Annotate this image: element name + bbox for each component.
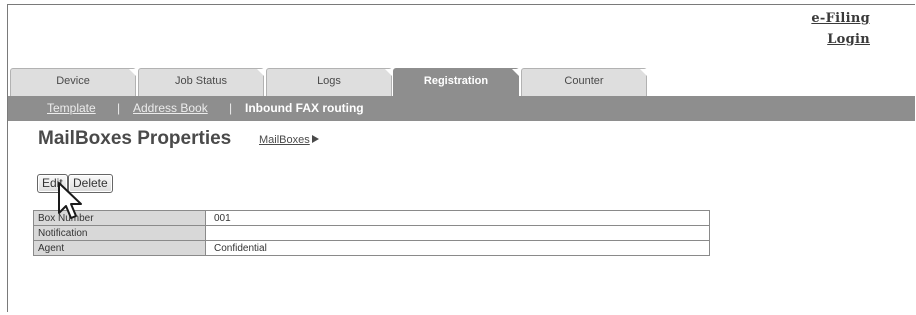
page-title: MailBoxes Properties xyxy=(38,128,232,149)
tab-job-status[interactable]: Job Status xyxy=(138,68,264,96)
agent-value: Confidential xyxy=(205,240,710,256)
header-links: e-Filing Login xyxy=(811,8,870,50)
notification-label: Notification xyxy=(33,225,206,241)
tab-registration[interactable]: Registration xyxy=(393,68,519,96)
tab-logs[interactable]: Logs xyxy=(266,68,392,96)
subnav-template[interactable]: Template xyxy=(47,101,96,115)
subnav-separator: | xyxy=(117,101,121,115)
subnav-address-book[interactable]: Address Book xyxy=(133,101,208,115)
efiling-link[interactable]: e-Filing xyxy=(811,8,870,29)
pointer-arrow-icon xyxy=(58,182,82,219)
agent-label: Agent xyxy=(33,240,206,256)
login-link[interactable]: Login xyxy=(811,29,870,50)
table-row: Notification xyxy=(33,225,710,241)
subnav-inbound-fax-routing: Inbound FAX routing xyxy=(245,101,364,115)
sub-navigation: Template | Address Book | Inbound FAX ro… xyxy=(8,96,915,121)
properties-table: Box Number 001 Notification Agent Confid… xyxy=(33,210,710,256)
breadcrumb-arrow-icon xyxy=(312,135,319,143)
table-row: Agent Confidential xyxy=(33,240,710,256)
box-number-value: 001 xyxy=(205,210,710,226)
breadcrumb-mailboxes-link[interactable]: MailBoxes xyxy=(259,134,310,146)
table-row: Box Number 001 xyxy=(33,210,710,226)
subnav-separator: | xyxy=(229,101,233,115)
browser-content-frame xyxy=(7,4,915,312)
tab-counter[interactable]: Counter xyxy=(521,68,647,96)
notification-value xyxy=(205,225,710,241)
tab-device[interactable]: Device xyxy=(10,68,136,96)
